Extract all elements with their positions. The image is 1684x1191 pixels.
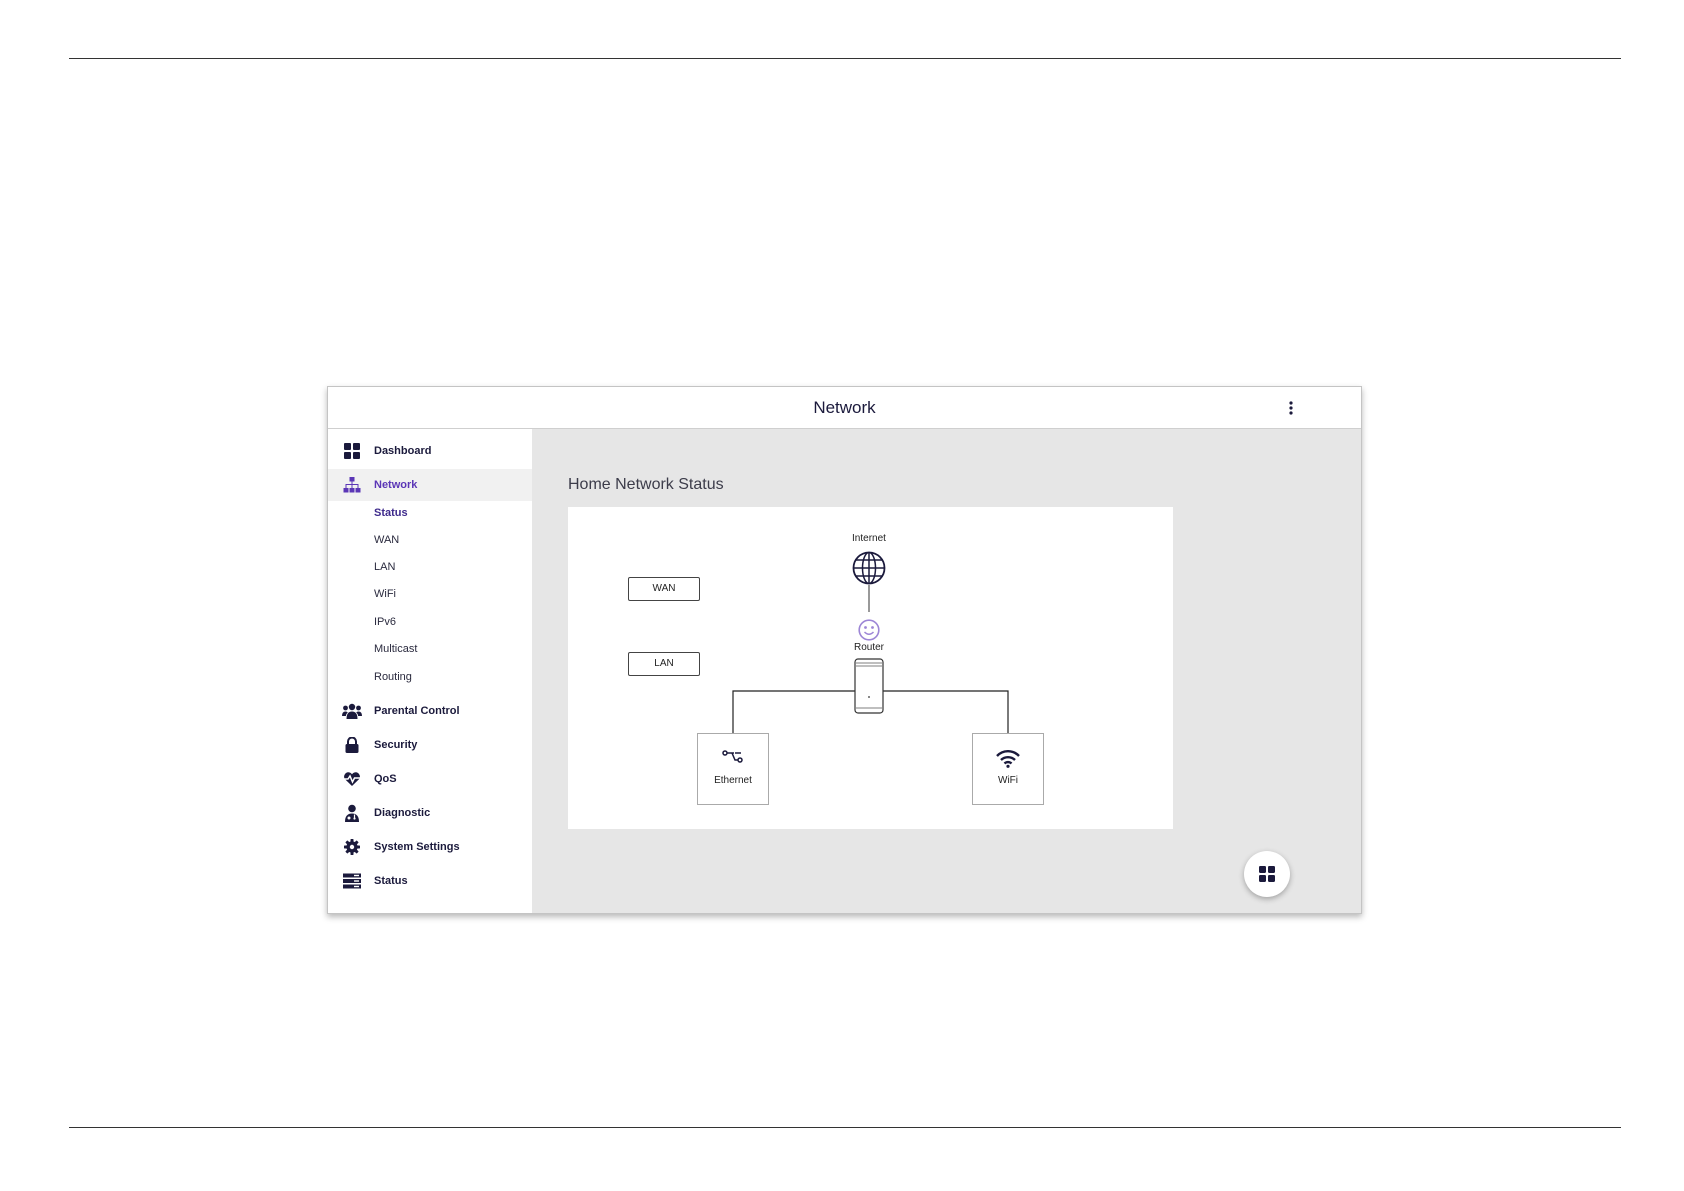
lock-icon: [342, 735, 362, 755]
subnav-item-routing[interactable]: Routing: [374, 667, 412, 687]
router-device-icon[interactable]: [853, 657, 885, 715]
sidebar-item-label: Network: [374, 479, 418, 491]
sidebar-item-label: Security: [374, 739, 418, 751]
sidebar-item-label: Diagnostic: [374, 807, 431, 819]
globe-icon[interactable]: [852, 551, 886, 585]
doctor-icon: [342, 803, 362, 823]
network-tree-icon: [342, 475, 362, 495]
subnav-item-lan[interactable]: LAN: [374, 557, 395, 577]
page-top-rule: [69, 58, 1621, 59]
sidebar-item-parental-control[interactable]: Parental Control: [328, 695, 532, 727]
main-content: Home Network Status Internet Router WAN …: [532, 429, 1361, 913]
client-label: Ethernet: [714, 775, 752, 786]
sidebar-item-system-settings[interactable]: System Settings: [328, 831, 532, 863]
ethernet-client-card[interactable]: Ethernet: [697, 733, 769, 805]
sidebar-item-label: Status: [374, 875, 408, 887]
users-icon: [342, 701, 362, 721]
dashboard-grid-icon: [342, 441, 362, 461]
internet-label: Internet: [852, 533, 886, 544]
sidebar-item-label: Parental Control: [374, 705, 460, 717]
subnav-item-status[interactable]: Status: [374, 503, 408, 523]
sidebar-item-security[interactable]: Security: [328, 729, 532, 761]
subnav-item-wifi[interactable]: WiFi: [374, 584, 396, 604]
sidebar-item-status[interactable]: Status: [328, 865, 532, 897]
wifi-icon: [973, 750, 1043, 770]
sidebar-item-label: System Settings: [374, 841, 460, 853]
sidebar: Dashboard Network Status WAN LAN WiFi IP…: [328, 429, 532, 913]
more-options-button[interactable]: [1278, 395, 1304, 421]
client-label: WiFi: [998, 775, 1018, 786]
wifi-client-card[interactable]: WiFi: [972, 733, 1044, 805]
router-label: Router: [853, 642, 884, 653]
subnav-item-ipv6[interactable]: IPv6: [374, 612, 396, 632]
page-bottom-rule: [69, 1127, 1621, 1128]
sidebar-item-label: QoS: [374, 773, 397, 785]
smiley-status-icon: [858, 619, 880, 641]
app-window: Network Dashboard Network Status WAN LAN…: [327, 386, 1362, 914]
subnav-item-multicast[interactable]: Multicast: [374, 639, 417, 659]
ethernet-icon: [698, 750, 768, 770]
heart-pulse-icon: [342, 769, 362, 789]
subnav-item-wan[interactable]: WAN: [374, 530, 399, 550]
sidebar-item-network[interactable]: Network: [328, 469, 532, 501]
gear-icon: [342, 837, 362, 857]
sidebar-item-dashboard[interactable]: Dashboard: [328, 435, 532, 467]
app-header: Network: [328, 387, 1361, 429]
dashboard-grid-icon: [1259, 866, 1275, 882]
sidebar-item-diagnostic[interactable]: Diagnostic: [328, 797, 532, 829]
server-icon: [342, 871, 362, 891]
sidebar-item-label: Dashboard: [374, 445, 432, 457]
network-status-card: Internet Router WAN LAN Ethernet WiFi: [568, 507, 1173, 829]
sidebar-item-qos[interactable]: QoS: [328, 763, 532, 795]
wan-button[interactable]: WAN: [628, 577, 700, 601]
page-title: Network: [813, 398, 876, 417]
more-vertical-icon: [1289, 401, 1293, 415]
lan-button[interactable]: LAN: [628, 652, 700, 676]
dashboard-fab-button[interactable]: [1244, 851, 1290, 897]
section-title: Home Network Status: [568, 476, 724, 493]
